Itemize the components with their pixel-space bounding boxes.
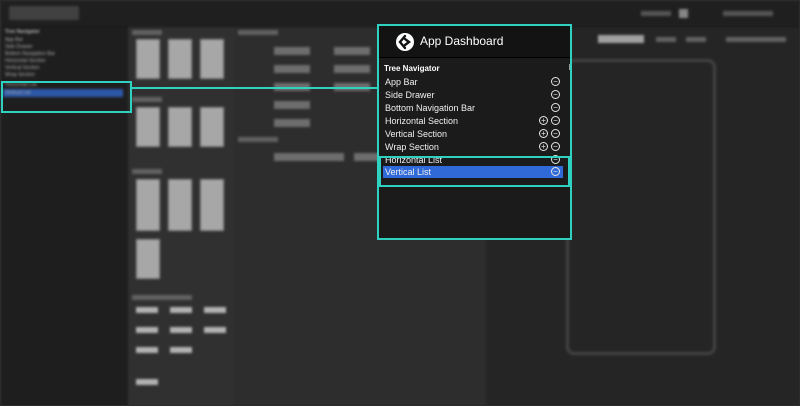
bg-prop-field[interactable]: [334, 47, 370, 55]
tree-item-app-bar[interactable]: App Bar −: [383, 76, 563, 88]
bg-tree-item[interactable]: Vertical Section: [5, 65, 39, 71]
bg-layout-card[interactable]: [136, 179, 160, 231]
bg-tree-item[interactable]: App Bar: [5, 37, 23, 43]
scrollbar-thumb[interactable]: [569, 64, 570, 70]
tree-item-side-drawer[interactable]: Side Drawer −: [383, 89, 563, 101]
bg-canvas-action[interactable]: [726, 37, 786, 42]
bg-widget-chip[interactable]: [170, 327, 192, 333]
bg-layout-card[interactable]: [168, 179, 192, 231]
bg-device-preview: [566, 59, 716, 355]
zoom-panel: App Dashboard Tree Navigator App Bar − S…: [377, 24, 572, 240]
tree-item-label: App Bar: [385, 77, 418, 87]
left-highlight-box: [1, 81, 132, 113]
minus-circle-icon[interactable]: −: [551, 77, 560, 86]
bg-panel-heading: [132, 169, 162, 174]
bg-layout-card[interactable]: [168, 107, 192, 147]
bg-widget-chip[interactable]: [136, 379, 158, 385]
zoom-header: App Dashboard: [379, 26, 570, 58]
app-title: App Dashboard: [420, 34, 504, 48]
bg-tree-item[interactable]: Bottom Navigation Bar: [5, 51, 55, 57]
bg-panel-heading: [132, 97, 162, 102]
tree-item-label: Side Drawer: [385, 90, 435, 100]
tree-item-label: Horizontal Section: [385, 116, 459, 126]
minus-circle-icon[interactable]: −: [551, 142, 560, 151]
bg-tree-item[interactable]: Horizontal Section: [5, 58, 46, 64]
bg-layout-card[interactable]: [136, 39, 160, 79]
bg-widget-chip[interactable]: [136, 307, 158, 313]
tree-item-vertical-section[interactable]: Vertical Section + −: [383, 128, 563, 140]
bg-canvas-action[interactable]: [656, 37, 676, 42]
tree-navigator-title: Tree Navigator: [384, 64, 440, 73]
callout-connector: [132, 87, 379, 89]
bg-prop-field[interactable]: [334, 65, 370, 73]
bg-props-heading: [238, 137, 278, 142]
bg-prop-field[interactable]: [274, 119, 310, 127]
bg-layout-card[interactable]: [200, 107, 224, 147]
tree-item-label: Vertical Section: [385, 129, 448, 139]
app-dashboard-logo-icon: [396, 33, 414, 51]
screenshot-frame: Tree Navigator App Bar Side Drawer Botto…: [0, 0, 800, 406]
bg-panel-heading: [132, 30, 162, 35]
bg-widget-chip[interactable]: [204, 327, 226, 333]
bg-widget-chip[interactable]: [136, 327, 158, 333]
tree-item-wrap-section[interactable]: Wrap Section + −: [383, 141, 563, 153]
bg-props-heading: [238, 30, 278, 35]
minus-circle-icon[interactable]: −: [551, 90, 560, 99]
bg-canvas-action[interactable]: [686, 37, 706, 42]
bg-layout-card[interactable]: [136, 107, 160, 147]
bg-widget-chip[interactable]: [204, 307, 226, 313]
bg-layout-card[interactable]: [200, 39, 224, 79]
app-logo: [9, 6, 79, 20]
minus-circle-icon[interactable]: −: [551, 116, 560, 125]
tree-item-bottom-navigation-bar[interactable]: Bottom Navigation Bar −: [383, 102, 563, 114]
bg-prop-field[interactable]: [274, 47, 310, 55]
bg-prop-field[interactable]: [274, 65, 310, 73]
plus-circle-icon[interactable]: +: [539, 129, 548, 138]
bg-canvas-field[interactable]: [598, 35, 644, 43]
plus-circle-icon[interactable]: +: [539, 142, 548, 151]
bg-tree-item[interactable]: Wrap Section: [5, 72, 35, 78]
bg-widget-panel: [128, 27, 234, 405]
zoom-highlight-box: [379, 156, 570, 187]
bg-tree-title: Tree Navigator: [5, 29, 40, 35]
bg-layout-card[interactable]: [168, 39, 192, 79]
plus-circle-icon[interactable]: +: [539, 116, 548, 125]
top-bar-toggle[interactable]: [679, 9, 688, 18]
bg-tree-item[interactable]: Side Drawer: [5, 44, 33, 50]
minus-circle-icon[interactable]: −: [551, 103, 560, 112]
bg-panel-heading: [132, 295, 192, 300]
bg-layout-card[interactable]: [200, 179, 224, 231]
bg-layout-card[interactable]: [136, 239, 160, 279]
tree-item-label: Wrap Section: [385, 142, 439, 152]
bg-prop-field[interactable]: [274, 153, 344, 161]
bg-widget-chip[interactable]: [136, 347, 158, 353]
bg-widget-chip[interactable]: [170, 307, 192, 313]
minus-circle-icon[interactable]: −: [551, 129, 560, 138]
tree-item-horizontal-section[interactable]: Horizontal Section + −: [383, 115, 563, 127]
bg-widget-chip[interactable]: [170, 347, 192, 353]
tree-item-label: Bottom Navigation Bar: [385, 103, 476, 113]
top-bar-action[interactable]: [723, 11, 773, 16]
top-bar-label: [641, 11, 671, 16]
bg-prop-field[interactable]: [274, 101, 310, 109]
